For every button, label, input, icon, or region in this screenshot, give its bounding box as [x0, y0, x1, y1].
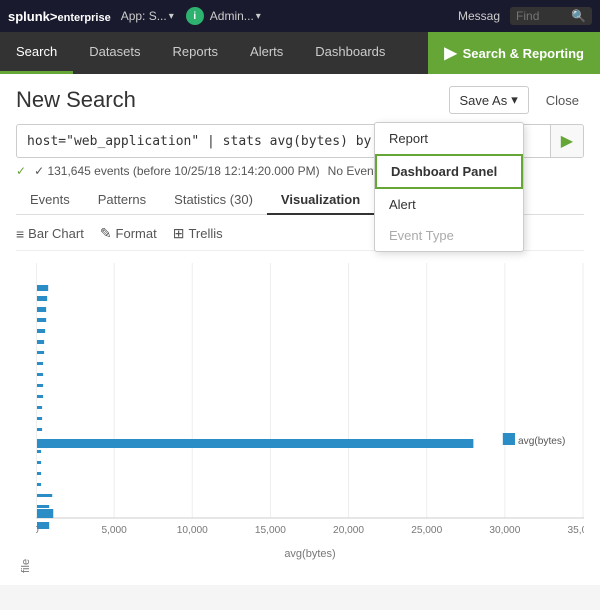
admin-label[interactable]: Admin...	[210, 9, 254, 23]
header-actions: Save As ▾ Close Report Dashboard Panel A…	[449, 86, 584, 114]
svg-text:avg(bytes): avg(bytes)	[518, 436, 565, 447]
trellis-label: Trellis	[188, 226, 222, 241]
nav-bar: Search Datasets Reports Alerts Dashboard…	[0, 32, 600, 74]
close-button[interactable]: Close	[541, 88, 584, 113]
find-input[interactable]	[516, 9, 571, 23]
format-label: Format	[116, 226, 157, 241]
tab-patterns[interactable]: Patterns	[84, 186, 160, 215]
trellis-tool[interactable]: ⊞ Trellis	[173, 225, 223, 242]
find-bar[interactable]: 🔍	[510, 7, 592, 25]
nav-right-brand: ▶ Search & Reporting	[428, 32, 600, 74]
info-circle: i	[186, 7, 204, 25]
logo: splunk>enterprise	[8, 9, 111, 24]
svg-text:5,000: 5,000	[101, 525, 127, 536]
app-label[interactable]: App: S...	[121, 9, 167, 23]
top-bar-right: Messag 🔍	[458, 7, 592, 25]
page-title: New Search	[16, 87, 136, 113]
top-bar: splunk>enterprise App: S... ▾ i Admin...…	[0, 0, 600, 32]
save-as-label: Save As	[460, 93, 508, 108]
sidebar-item-dashboards[interactable]: Dashboards	[299, 32, 401, 74]
svg-text:10,000: 10,000	[177, 525, 208, 536]
format-icon: ✎	[100, 225, 112, 242]
sidebar-item-alerts[interactable]: Alerts	[234, 32, 299, 74]
save-as-dropdown: Report Dashboard Panel Alert Event Type	[374, 122, 524, 252]
dropdown-item-alert[interactable]: Alert	[375, 189, 523, 220]
trellis-icon: ⊞	[173, 225, 185, 242]
sidebar-item-reports[interactable]: Reports	[157, 32, 235, 74]
tab-events[interactable]: Events	[16, 186, 84, 215]
dropdown-item-dashboard-panel[interactable]: Dashboard Panel	[375, 154, 523, 189]
logo-text: splunk>	[8, 9, 58, 24]
chart-inner: 0 5,000 10,000 15,000 20,000 25,000 30,0…	[36, 263, 584, 573]
chevron-down-icon[interactable]: ▾	[169, 11, 174, 22]
run-search-button[interactable]: ▶	[550, 125, 583, 157]
bar-chart-svg: 0 5,000 10,000 15,000 20,000 25,000 30,0…	[36, 263, 584, 543]
tab-statistics[interactable]: Statistics (30)	[160, 186, 267, 215]
main-content: New Search Save As ▾ Close Report Dashbo…	[0, 74, 600, 585]
svg-text:30,000: 30,000	[489, 525, 520, 536]
svg-text:15,000: 15,000	[255, 525, 286, 536]
bar-chart-label: Bar Chart	[28, 226, 84, 241]
x-axis-label: avg(bytes)	[36, 548, 584, 560]
chevron-down-icon-3: ▾	[511, 92, 518, 108]
header-row: New Search Save As ▾ Close Report Dashbo…	[16, 86, 584, 114]
y-axis-label: file	[16, 263, 36, 573]
status-check-icon: ✓	[16, 164, 26, 178]
nav-right-label: Search & Reporting	[463, 46, 584, 61]
messaging-label[interactable]: Messag	[458, 9, 500, 23]
svg-text:25,000: 25,000	[411, 525, 442, 536]
bar-chart-icon: ≡	[16, 226, 24, 242]
sidebar-item-datasets[interactable]: Datasets	[73, 32, 156, 74]
brand-icon: ▶	[444, 43, 456, 63]
svg-text:35,000: 35,000	[567, 525, 584, 536]
status-events: ✓ 131,645 events (before 10/25/18 12:14:…	[34, 164, 320, 178]
sidebar-item-search[interactable]: Search	[0, 32, 73, 74]
dropdown-item-event-type: Event Type	[375, 220, 523, 251]
chevron-down-icon-2[interactable]: ▾	[256, 11, 261, 22]
tab-visualization[interactable]: Visualization	[267, 186, 374, 215]
save-as-button[interactable]: Save As ▾	[449, 86, 529, 114]
format-tool[interactable]: ✎ Format	[100, 225, 157, 242]
dropdown-item-report[interactable]: Report	[375, 123, 523, 154]
logo-suffix: enterprise	[58, 12, 111, 24]
info-icon: i	[186, 7, 204, 25]
chart-area: file	[16, 263, 584, 573]
bar-chart-tool[interactable]: ≡ Bar Chart	[16, 226, 84, 242]
svg-text:0: 0	[36, 525, 39, 536]
svg-text:20,000: 20,000	[333, 525, 364, 536]
search-icon: 🔍	[571, 9, 586, 23]
